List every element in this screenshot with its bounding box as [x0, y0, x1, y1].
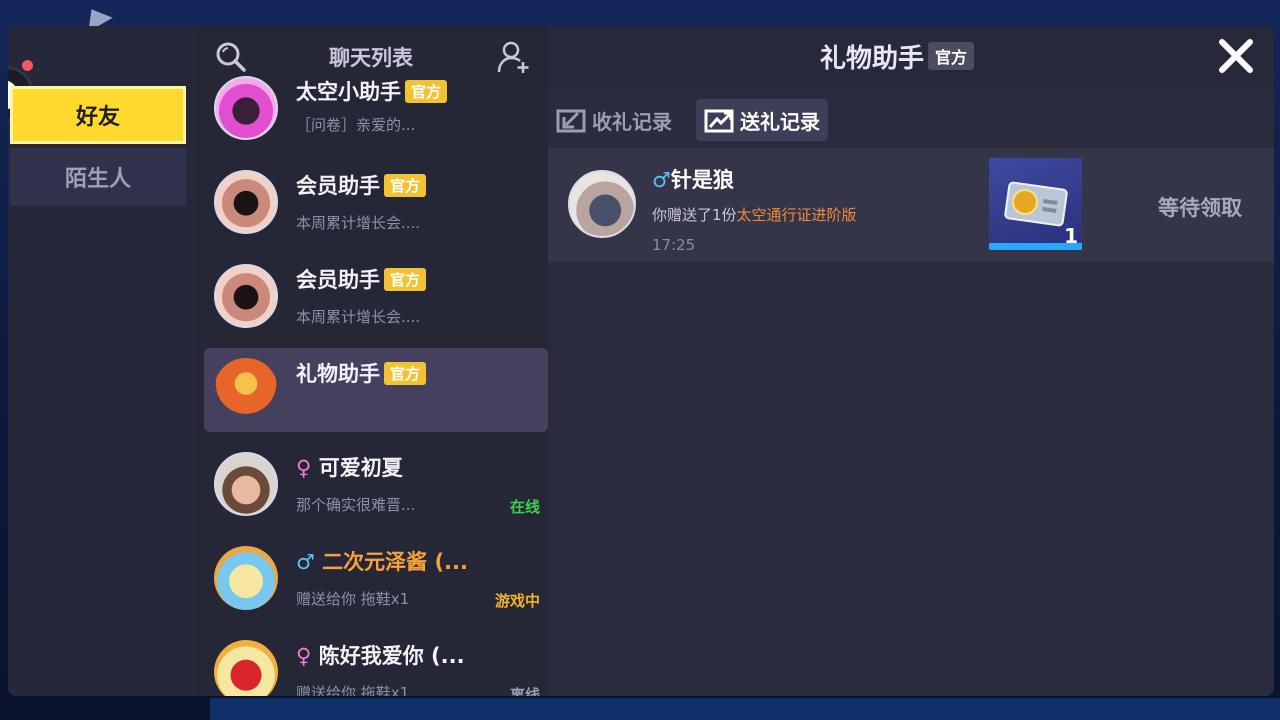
recipient-name: ♂针是狼 [652, 168, 734, 192]
gift-count: 1 [1064, 224, 1078, 248]
chat-item-preview: 那个确实很难晋... [296, 496, 416, 514]
gift-description: 你赠送了1份太空通行证进阶版 [652, 206, 857, 224]
chat-item-member-helper[interactable]: 会员助手 官方 本周累计增长会.... [204, 254, 548, 338]
tab-sent-gifts[interactable]: 送礼记录 [696, 99, 828, 141]
chat-list: 聊天列表 太空小助手 官方 ［问卷］亲爱的... 会员助手 官方 本周累计增长会..… [196, 26, 548, 696]
gift-time: 17:25 [652, 236, 696, 254]
gift-claim-status: 等待领取 [1158, 196, 1242, 220]
online-status: 在线 [509, 498, 540, 516]
chat-item-name: ♀ 可爱初夏 [296, 456, 403, 480]
official-badge: 官方 [384, 362, 427, 385]
chat-panel: 好友 陌生人 聊天列表 太空小助手 官方 ［问卷］亲爱的... 会员助手 官方 … [8, 26, 1274, 696]
detail-header: 礼物助手 官方 [548, 26, 1274, 86]
male-icon: ♂ [652, 168, 671, 192]
chat-item-name: 太空小助手 官方 [296, 76, 448, 106]
recipient-avatar[interactable] [568, 170, 636, 238]
robot-avatar [214, 76, 278, 140]
chat-item-preview: 赠送给你 拖鞋x1 [296, 590, 410, 608]
background-strip [210, 698, 1280, 720]
official-badge: 官方 [405, 80, 448, 103]
chat-item-member-helper[interactable]: 会员助手 官方 本周累计增长会.... [204, 160, 548, 244]
category-column: 好友 陌生人 [8, 26, 196, 696]
chat-item-name: ♀ 陈好我爱你 (... [296, 644, 465, 668]
chat-item-space-helper[interactable]: 太空小助手 官方 ［问卷］亲爱的... [204, 66, 548, 150]
tab-strangers[interactable]: 陌生人 [10, 148, 186, 206]
received-gifts-icon [556, 109, 586, 133]
official-badge: 官方 [384, 268, 427, 291]
gift-box-avatar [214, 358, 278, 422]
chat-item-name: 会员助手 官方 [296, 264, 427, 294]
detail-title: 礼物助手 官方 [820, 38, 975, 75]
chat-item-preview: 本周累计增长会.... [296, 308, 421, 326]
female-icon: ♀ [296, 644, 312, 668]
sent-gifts-icon [704, 109, 734, 133]
male-icon: ♂ [296, 550, 315, 574]
chat-item-gift-helper[interactable]: 礼物助手 官方 [204, 348, 548, 432]
gift-record-row: ♂针是狼 你赠送了1份太空通行证进阶版 17:25 1 等待领取 [548, 148, 1274, 262]
member-avatar [214, 170, 278, 234]
chat-item-friend[interactable]: ♀ 可爱初夏 那个确实很难晋... 在线 [204, 442, 548, 526]
offline-status: 离线 [509, 686, 540, 696]
tab-received-gifts[interactable]: 收礼记录 [548, 99, 680, 141]
gift-detail: 礼物助手 官方 收礼记录 送礼记录 ♂针是狼 你赠送了1份太空通行证进阶版 17… [548, 26, 1274, 696]
user-avatar [214, 640, 278, 696]
notification-dot-icon [22, 60, 33, 71]
in-game-status: 游戏中 [494, 592, 540, 610]
member-avatar [214, 264, 278, 328]
chat-item-friend[interactable]: ♂ 二次元泽酱 (... 赠送给你 拖鞋x1 游戏中 [204, 536, 548, 620]
chat-item-name: ♂ 二次元泽酱 (... [296, 550, 468, 574]
user-avatar [214, 546, 278, 610]
chat-item-name: 礼物助手 官方 [296, 358, 427, 388]
gift-item-thumbnail[interactable]: 1 [989, 158, 1082, 250]
chat-item-preview: 本周累计增长会.... [296, 214, 421, 232]
chat-item-friend[interactable]: ♀ 陈好我爱你 (... 赠送给你 拖鞋x1 离线 [204, 630, 548, 696]
chat-item-preview: ［问卷］亲爱的... [296, 116, 416, 134]
official-badge: 官方 [384, 174, 427, 197]
user-avatar [214, 452, 278, 516]
close-icon[interactable] [1216, 36, 1256, 76]
female-icon: ♀ [296, 456, 312, 480]
official-badge: 官方 [928, 42, 975, 70]
chat-item-preview: 赠送给你 拖鞋x1 [296, 684, 410, 696]
chat-item-name: 会员助手 官方 [296, 170, 427, 200]
tab-friends[interactable]: 好友 [10, 86, 186, 144]
